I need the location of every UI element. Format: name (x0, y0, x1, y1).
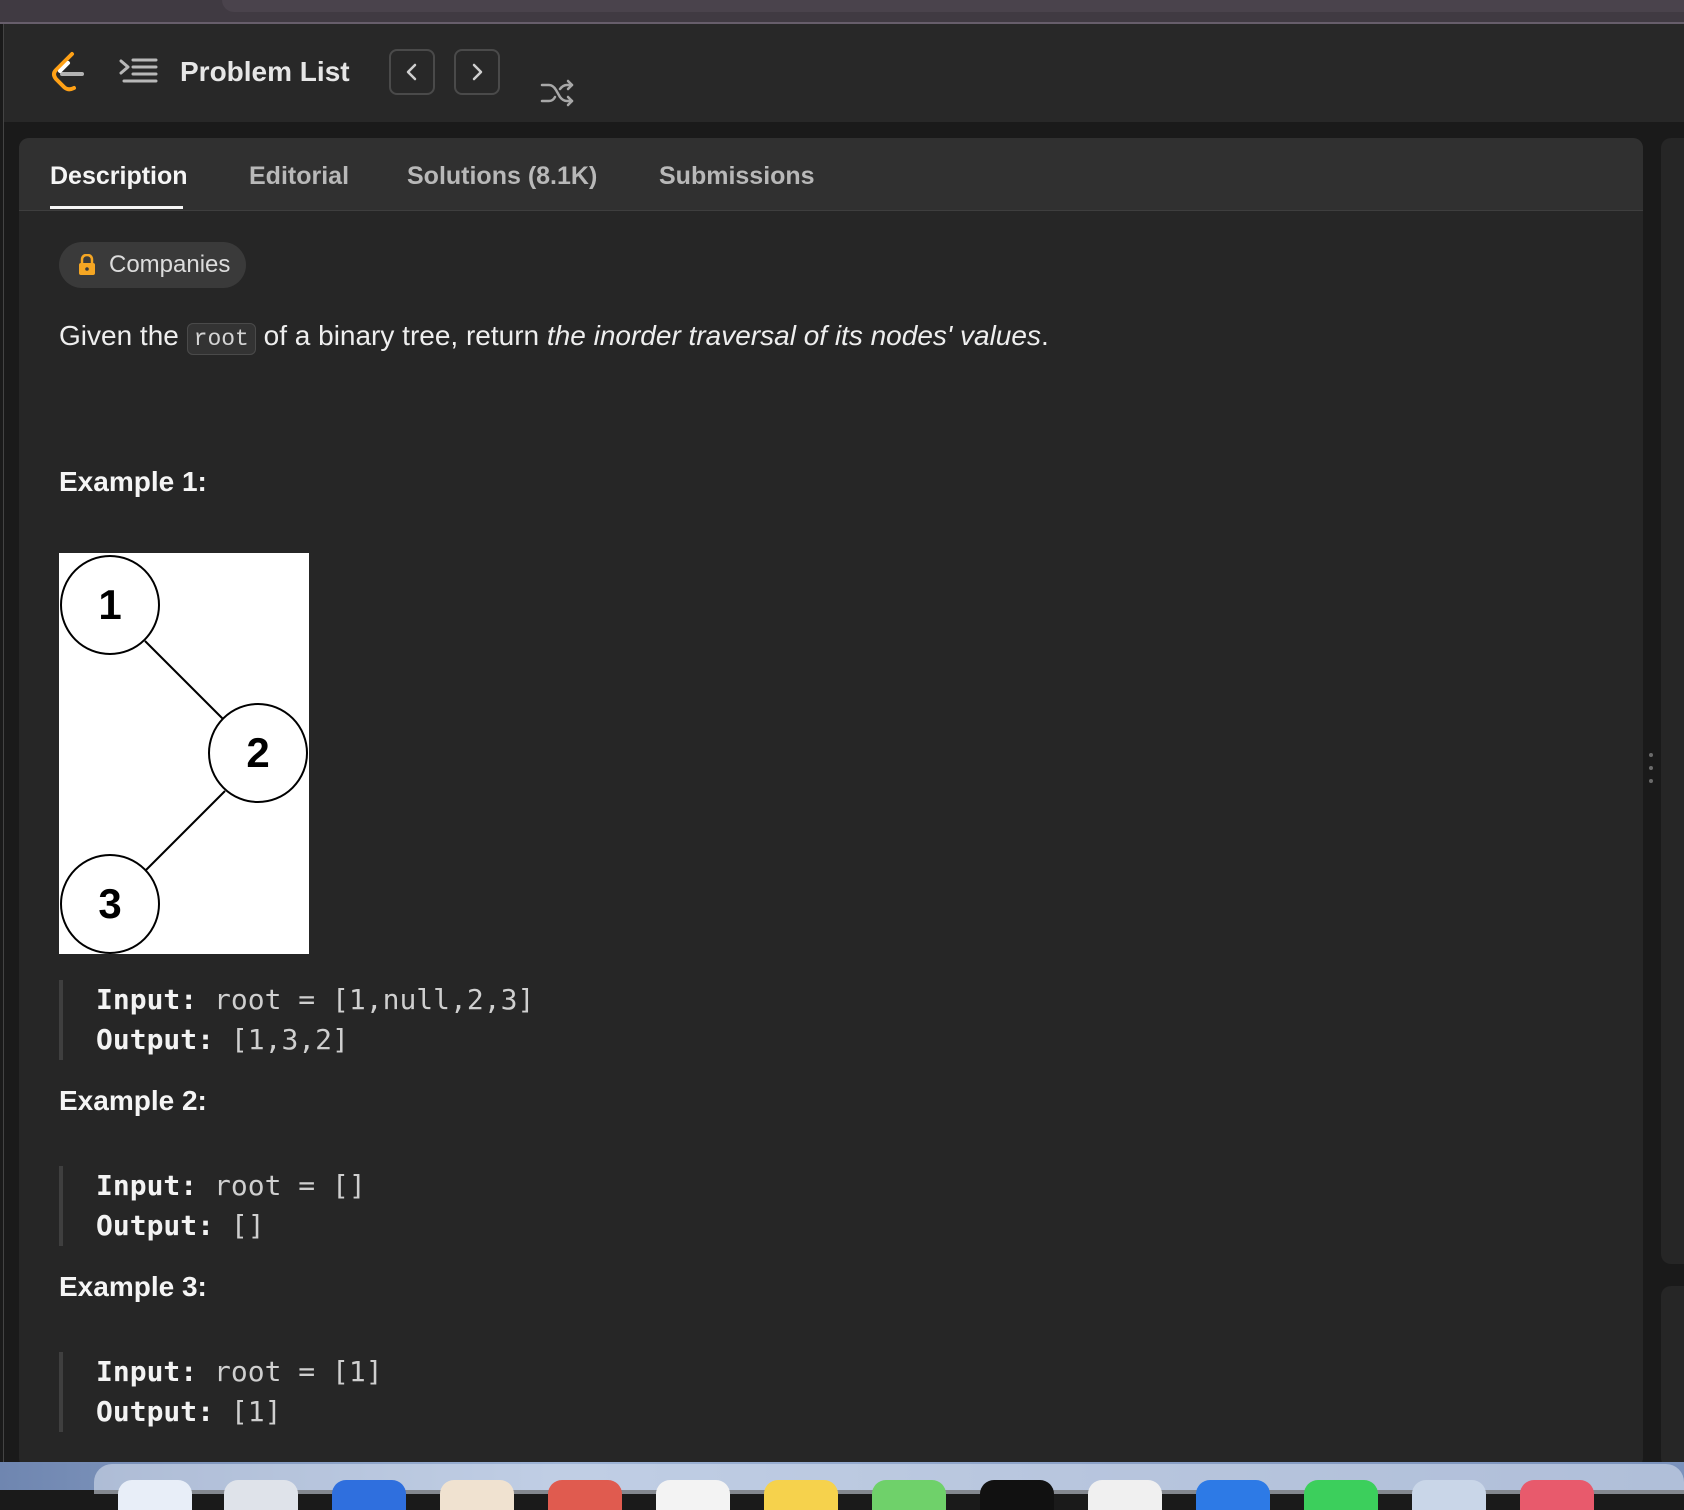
description-text-3: . (1040, 320, 1049, 351)
input-label: Input: (96, 1355, 198, 1388)
chevron-right-icon (472, 63, 483, 81)
dock-app-icon[interactable] (1520, 1480, 1594, 1510)
binary-tree-diagram: 1 2 3 (59, 553, 309, 954)
dock-app-icon[interactable] (764, 1480, 838, 1510)
top-navbar: Problem List (4, 24, 1684, 122)
drag-handle-icon[interactable] (1649, 752, 1653, 784)
example-3-title: Example 3: (59, 1271, 207, 1302)
example-2-title: Example 2: (59, 1085, 207, 1116)
tree-node-3-label: 3 (98, 880, 121, 927)
dock-app-icon[interactable] (1088, 1480, 1162, 1510)
tab-submissions[interactable]: Submissions (659, 162, 815, 191)
description-text-1: Given the (59, 320, 187, 351)
code-panel-edge (1661, 138, 1684, 1264)
prev-problem-button[interactable] (389, 49, 435, 95)
output-label: Output: (96, 1209, 215, 1242)
companies-label: Companies (109, 251, 231, 278)
dock-app-icon[interactable] (980, 1480, 1054, 1510)
panel-tabs: Description Editorial Solutions (8.1K) S… (19, 138, 1643, 211)
companies-button[interactable]: Companies (59, 242, 247, 288)
example-2-block: Input: root = [] Output: [] (59, 1166, 366, 1246)
dock-app-icon[interactable] (1412, 1480, 1486, 1510)
tab-solutions[interactable]: Solutions (8.1K) (407, 162, 597, 191)
problem-description: Given the root of a binary tree, return … (59, 316, 1049, 359)
example-1-title: Example 1: (59, 466, 207, 497)
app-window: Problem List Description Editorial Solut… (3, 24, 1684, 1468)
tab-editorial[interactable]: Editorial (249, 162, 349, 191)
example-3-input: root = [1] (214, 1355, 383, 1388)
browser-top-strip (0, 0, 1684, 24)
logo-icon[interactable] (48, 50, 88, 94)
dock-app-icon[interactable] (1304, 1480, 1378, 1510)
problem-list-link[interactable]: Problem List (180, 56, 350, 88)
edge-1-2 (144, 640, 226, 722)
example-1-block: Input: root = [1,null,2,3] Output: [1,3,… (59, 980, 534, 1060)
output-label: Output: (96, 1395, 215, 1428)
dock-app-icon[interactable] (548, 1480, 622, 1510)
active-tab-indicator (50, 206, 183, 209)
dock-app-icon[interactable] (224, 1480, 298, 1510)
shuffle-icon[interactable] (540, 78, 574, 108)
inline-code-root: root (186, 323, 256, 355)
description-panel: Description Editorial Solutions (8.1K) S… (19, 138, 1643, 1468)
description-text-2: of a binary tree, return (255, 320, 547, 351)
dock-app-icon[interactable] (118, 1480, 192, 1510)
input-label: Input: (96, 1169, 198, 1202)
output-label: Output: (96, 1023, 215, 1056)
browser-tab-edge (222, 0, 1684, 12)
description-emphasis: the inorder traversal of its nodes' valu… (546, 320, 1041, 351)
example-2-input: root = [] (214, 1169, 366, 1202)
example-3-output: [1] (230, 1395, 282, 1428)
tree-node-2-label: 2 (246, 729, 269, 776)
dock-app-icon[interactable] (872, 1480, 946, 1510)
problem-list-icon[interactable] (118, 56, 158, 86)
dock-app-icon[interactable] (1196, 1480, 1270, 1510)
example-1-output: [1,3,2] (230, 1023, 349, 1056)
tree-node-1-label: 1 (98, 581, 121, 628)
dock-app-icon[interactable] (332, 1480, 406, 1510)
lock-icon (79, 254, 95, 275)
dock-app-icon[interactable] (656, 1480, 730, 1510)
example-3-block: Input: root = [1] Output: [1] (59, 1352, 383, 1432)
example-2-output: [] (230, 1209, 265, 1242)
chevron-left-icon (406, 63, 417, 81)
next-problem-button[interactable] (454, 49, 500, 95)
example-1-input: root = [1,null,2,3] (214, 983, 535, 1016)
edge-2-3 (144, 790, 226, 872)
tab-description[interactable]: Description (50, 162, 188, 191)
dock-app-icon[interactable] (440, 1480, 514, 1510)
console-panel-edge (1661, 1286, 1684, 1468)
input-label: Input: (96, 983, 198, 1016)
